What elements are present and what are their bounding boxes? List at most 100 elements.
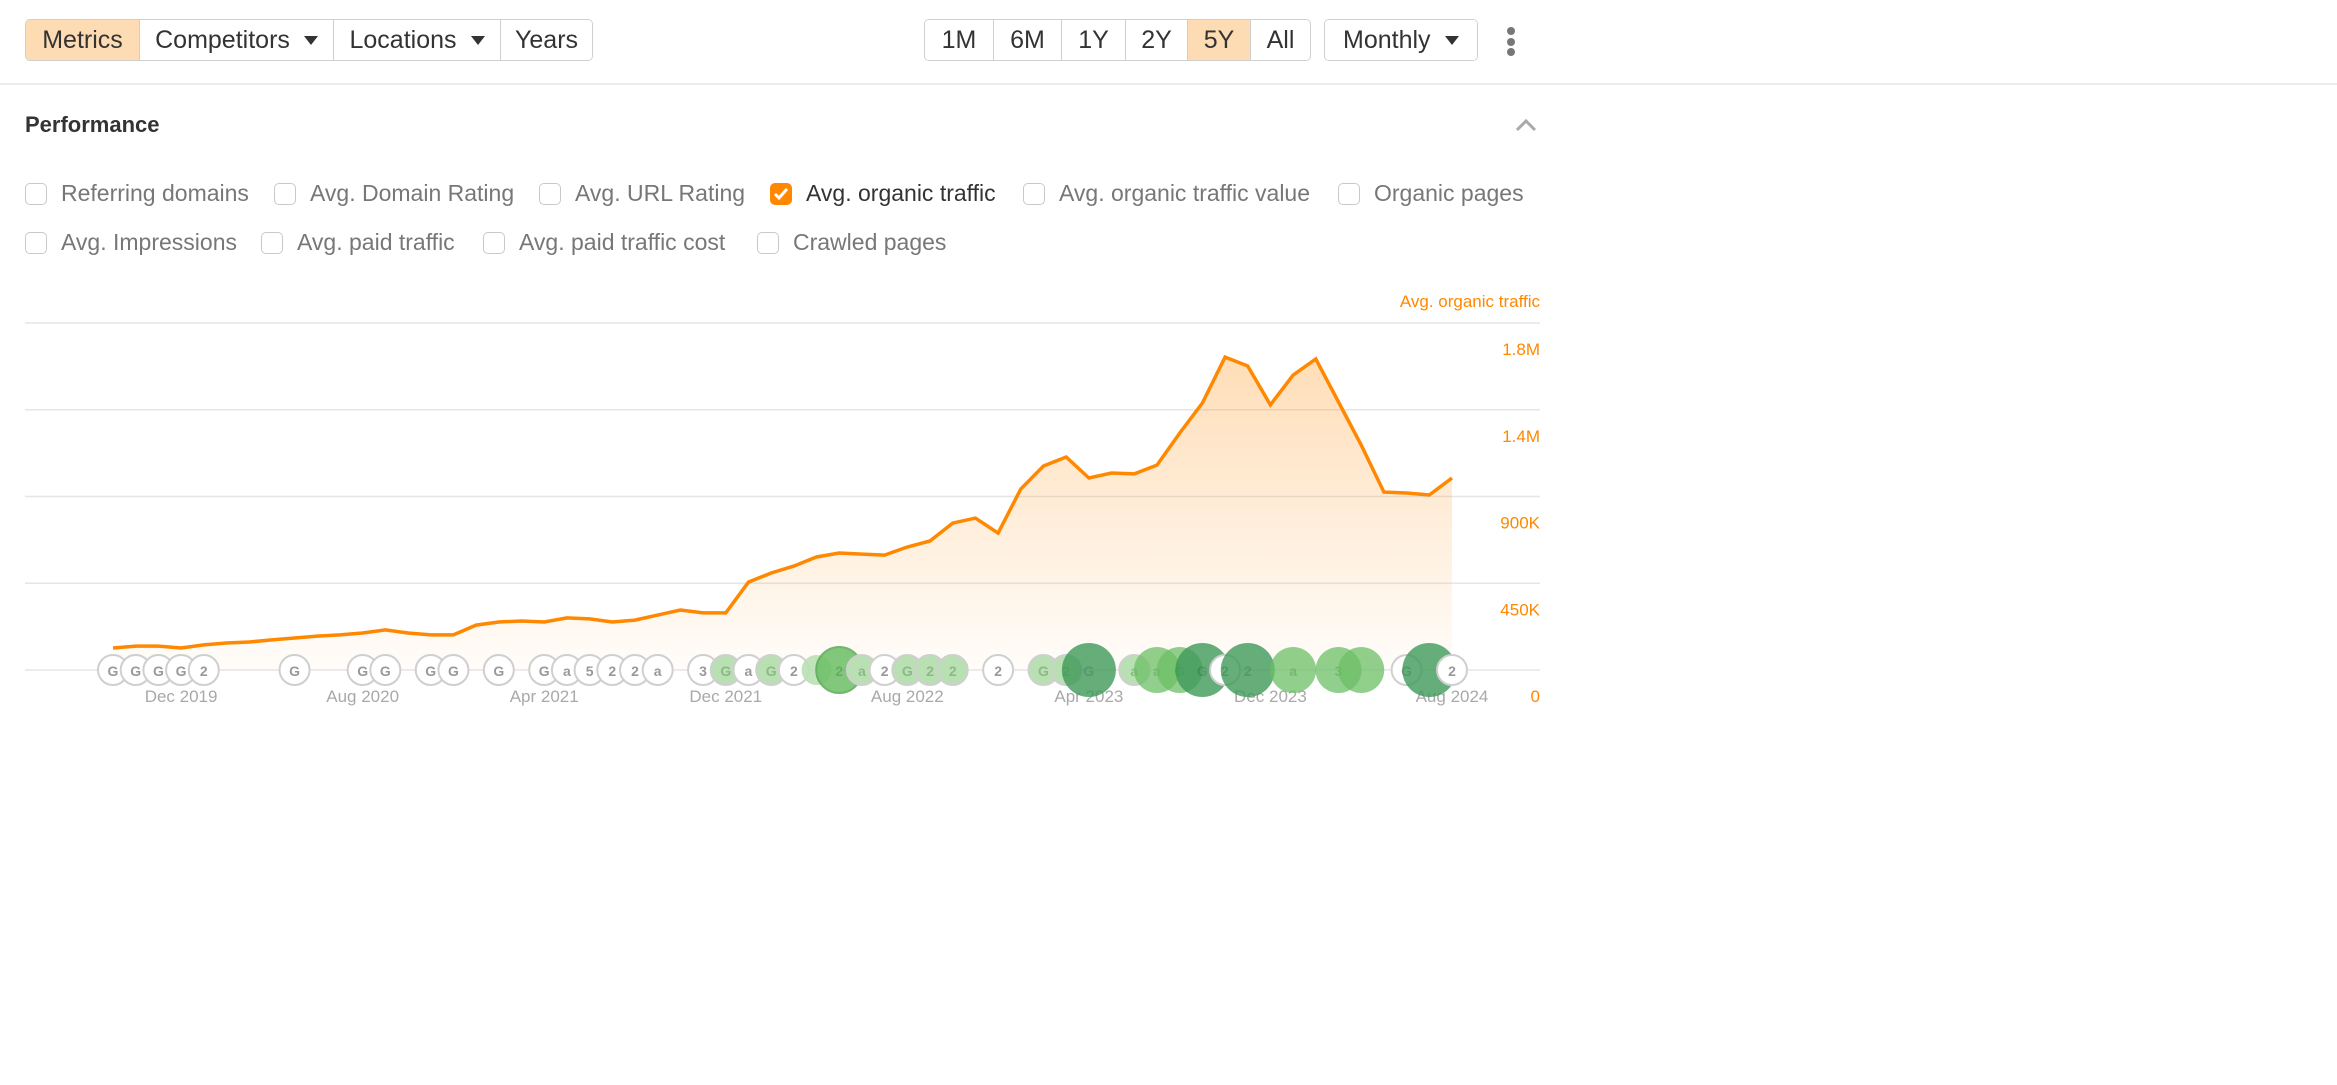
tab-competitors[interactable]: Competitors [139, 20, 333, 60]
annotation-marker[interactable]: G [369, 654, 402, 686]
metric-label: Avg. paid traffic [297, 229, 455, 255]
y-tick-label: 900K [1500, 514, 1540, 533]
annotation-marker[interactable]: G [278, 654, 311, 686]
annotation-label: a [654, 663, 662, 679]
checkbox[interactable] [1338, 182, 1360, 205]
chevron-up-icon[interactable] [1514, 115, 1538, 135]
checkbox[interactable] [483, 231, 505, 254]
annotation-label: 2 [1448, 663, 1456, 679]
annotation-label: G [289, 663, 300, 679]
tab-label: Metrics [42, 25, 123, 54]
range-5y[interactable]: 5Y [1187, 20, 1250, 60]
annotation-marker[interactable]: 2 [1436, 654, 1468, 686]
y-tick-label: 450K [1500, 600, 1540, 619]
annotation-label: 3 [699, 663, 707, 679]
annotation-label: G [539, 663, 550, 679]
checkbox-checked[interactable] [770, 182, 792, 205]
checkbox[interactable] [261, 231, 283, 254]
metric-avg-url-rating[interactable]: Avg. URL Rating [539, 180, 745, 207]
metric-avg-paid-traffic-cost[interactable]: Avg. paid traffic cost [483, 229, 725, 256]
metric-avg-organic-traffic[interactable]: Avg. organic traffic [770, 180, 996, 207]
annotation-marker[interactable]: 2 [187, 654, 220, 686]
metric-organic-pages[interactable]: Organic pages [1338, 180, 1524, 207]
annotation-marker[interactable]: G [482, 654, 515, 686]
x-tick-label: Aug 2022 [871, 687, 944, 706]
interval-dropdown[interactable]: Monthly [1325, 20, 1477, 60]
chevron-down-icon [1444, 35, 1459, 45]
annotation-marker[interactable]: 2 [982, 654, 1015, 686]
metric-label: Crawled pages [793, 229, 947, 255]
y-axis-title: Avg. organic traffic [1400, 292, 1541, 311]
metric-label: Referring domains [61, 180, 249, 206]
range-2y[interactable]: 2Y [1125, 20, 1187, 60]
annotation-label: 2 [200, 663, 208, 679]
annotation-circle [1338, 647, 1385, 693]
metric-label: Avg. paid traffic cost [519, 229, 726, 255]
annotation-label: G [493, 663, 504, 679]
annotation-label: 2 [631, 663, 639, 679]
range-1y[interactable]: 1Y [1061, 20, 1125, 60]
interval-group: Monthly [1324, 19, 1478, 61]
tab-locations[interactable]: Locations [333, 20, 500, 60]
x-tick-label: Aug 2020 [326, 687, 399, 706]
checkbox[interactable] [25, 231, 47, 254]
annotation-label: G [1197, 663, 1208, 679]
interval-label: Monthly [1343, 25, 1431, 54]
y-tick-label: 1.4M [1502, 427, 1540, 446]
metric-avg-domain-rating[interactable]: Avg. Domain Rating [274, 180, 514, 207]
metric-label: Avg. URL Rating [575, 180, 746, 206]
annotation-label: G [108, 663, 119, 679]
annotation-marker[interactable]: G [1061, 643, 1116, 697]
annotation-marker[interactable]: a [1270, 647, 1317, 693]
annotation-marker[interactable]: 2 [1220, 643, 1275, 697]
annotation-label: 2 [608, 663, 616, 679]
annotation-label: G [1038, 663, 1049, 679]
y-tick-label: 0 [1531, 687, 1540, 706]
annotation-label: G [766, 663, 777, 679]
annotation-label: 2 [1244, 663, 1252, 679]
checkbox[interactable] [757, 231, 779, 254]
range-all[interactable]: All [1250, 20, 1310, 60]
annotation-label: G [1083, 663, 1094, 679]
annotation-label: a [858, 663, 866, 679]
checkbox[interactable] [539, 182, 561, 205]
metric-label: Avg. organic traffic [806, 180, 996, 206]
annotation-label: 2 [835, 663, 843, 679]
checkbox[interactable] [274, 182, 296, 205]
metric-avg-paid-traffic[interactable]: Avg. paid traffic [261, 229, 455, 256]
y-tick-label: 1.8M [1502, 340, 1540, 359]
annotation-marker[interactable]: G [437, 654, 470, 686]
range-1m[interactable]: 1M [925, 20, 993, 60]
annotation-label: 5 [586, 663, 594, 679]
metric-label: Avg. Impressions [61, 229, 237, 255]
chevron-down-icon [470, 35, 485, 45]
annotation-label: 2 [790, 663, 798, 679]
metric-avg-organic-traffic-value[interactable]: Avg. organic traffic value [1023, 180, 1310, 207]
view-tabs: Metrics Competitors Locations Years [25, 19, 593, 61]
metric-crawled-pages[interactable]: Crawled pages [757, 229, 946, 256]
x-tick-label: Dec 2019 [145, 687, 218, 706]
annotation-label: 2 [994, 663, 1002, 679]
checkbox[interactable] [1023, 182, 1045, 205]
annotation-label: G [425, 663, 436, 679]
annotation-label: a [1289, 663, 1297, 679]
annotation-marker[interactable]: a [641, 654, 674, 686]
metric-label: Avg. Domain Rating [310, 180, 515, 206]
kebab-menu-icon[interactable] [1505, 27, 1517, 57]
annotation-marker[interactable] [1338, 647, 1385, 693]
metric-avg-impressions[interactable]: Avg. Impressions [25, 229, 237, 256]
tab-metrics[interactable]: Metrics [26, 20, 139, 60]
metric-referring-domains[interactable]: Referring domains [25, 180, 249, 207]
range-6m[interactable]: 6M [993, 20, 1061, 60]
checkbox[interactable] [25, 182, 47, 205]
traffic-chart: Avg. organic traffic 0 450K 900K 1.4M 1.8M Dec… [25, 292, 1541, 706]
annotation-label: 2 [949, 663, 957, 679]
annotation-label: G [153, 663, 164, 679]
tab-years[interactable]: Years [500, 20, 592, 60]
metric-label: Avg. organic traffic value [1059, 180, 1311, 206]
metric-label: Organic pages [1374, 180, 1524, 206]
section-title: Performance [25, 112, 160, 137]
annotation-marker[interactable]: 2 [936, 654, 969, 686]
chevron-down-icon [303, 35, 318, 45]
toolbar: Metrics Competitors Locations Years 1M 6M 1Y 2… [0, 0, 2337, 85]
